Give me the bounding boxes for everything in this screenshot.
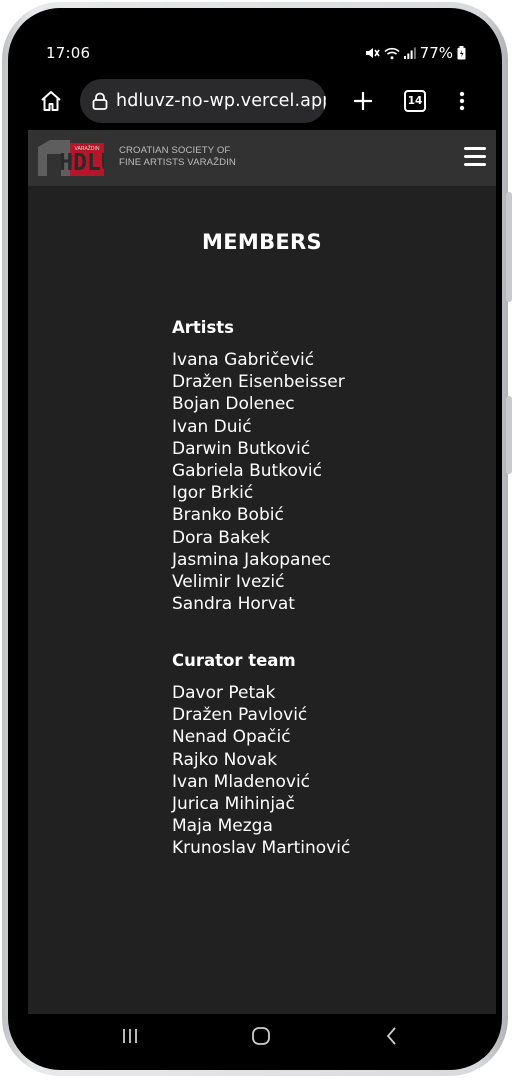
- system-nav-bar: [20, 1014, 490, 1058]
- site-name-line2: FINE ARTISTS VARAŽDIN: [119, 157, 236, 168]
- back-icon: [386, 1027, 396, 1045]
- member-list: Ivana Gabričević Dražen Eisenbeisser Boj…: [172, 349, 345, 615]
- battery-percent: 77%: [419, 44, 453, 62]
- url-text: hdluvz-no-wp.vercel.app/: [116, 91, 326, 111]
- system-home-button[interactable]: [241, 1022, 281, 1050]
- list-item: Rajko Novak: [172, 749, 278, 770]
- power-button: [506, 396, 512, 474]
- site-name-line1: CROATIAN SOCIETY OF: [119, 145, 231, 156]
- mute-icon: [365, 46, 380, 60]
- status-time: 17:06: [46, 44, 91, 62]
- list-item: Maja Mezga: [172, 816, 273, 837]
- logo-subtext: VARAŽDIN: [75, 144, 100, 152]
- page-title: MEMBERS: [202, 230, 322, 254]
- curator-team-section: Curator team Davor Petak Dražen Pavlović…: [172, 651, 350, 860]
- volume-button: [506, 192, 512, 302]
- list-item: Sandra Horvat: [172, 594, 295, 615]
- web-page: HDLU VARAŽDIN CROATIAN SOCIETY OF FINE A…: [28, 130, 496, 1014]
- section-heading: Curator team: [172, 651, 296, 670]
- list-item: Dražen Eisenbeisser: [172, 372, 345, 393]
- list-item: Davor Petak: [172, 683, 276, 703]
- list-item: Dražen Pavlović: [172, 705, 308, 726]
- recent-apps-button[interactable]: [110, 1022, 150, 1050]
- artists-section: Artists Ivana Gabričević Dražen Eisenbei…: [172, 318, 345, 615]
- hamburger-menu-icon[interactable]: [464, 147, 486, 167]
- phone-bezel: 17:06 77% hdluvz-no-wp.vercel.app/ 14 HD…: [8, 8, 502, 1070]
- list-item: Nenad Opačić: [172, 727, 291, 748]
- home-icon: [41, 91, 61, 111]
- url-bar[interactable]: hdluvz-no-wp.vercel.app/: [80, 79, 326, 123]
- more-vert-icon: [459, 91, 465, 111]
- list-item: Dora Bakek: [172, 527, 270, 548]
- list-item: Ivan Mladenović: [172, 771, 311, 792]
- new-tab-button[interactable]: [346, 84, 380, 118]
- lock-icon: [92, 92, 108, 110]
- section-heading: Artists: [172, 318, 234, 337]
- status-icons: 77%: [365, 44, 466, 62]
- wifi-icon: [384, 47, 400, 60]
- back-button[interactable]: [372, 1022, 412, 1050]
- home-button[interactable]: [34, 84, 68, 118]
- list-item: Bojan Dolenec: [172, 394, 295, 415]
- list-item: Ivana Gabričević: [172, 350, 315, 370]
- system-home-icon: [252, 1027, 270, 1045]
- site-logo[interactable]: HDLU VARAŽDIN: [38, 140, 115, 176]
- list-item: Gabriela Butković: [172, 461, 322, 482]
- browser-menu-button[interactable]: [450, 84, 474, 118]
- recent-apps-icon: [123, 1029, 137, 1043]
- list-item: Jasmina Jakopanec: [172, 549, 332, 570]
- site-name: CROATIAN SOCIETY OF FINE ARTISTS VARAŽDI…: [119, 145, 236, 169]
- tab-switcher-button[interactable]: 14: [404, 90, 426, 112]
- signal-icon: [403, 47, 416, 59]
- phone-frame: 17:06 77% hdluvz-no-wp.vercel.app/ 14 HD…: [2, 2, 512, 1076]
- battery-icon: [457, 46, 466, 60]
- browser-toolbar: hdluvz-no-wp.vercel.app/ 14: [20, 76, 490, 126]
- plus-icon: [354, 92, 372, 110]
- list-item: Branko Bobić: [172, 505, 284, 526]
- screen: 17:06 77% hdluvz-no-wp.vercel.app/ 14 HD…: [20, 20, 496, 1058]
- list-item: Darwin Butković: [172, 438, 311, 459]
- list-item: Velimir Ivezić: [172, 572, 285, 593]
- logo-text: HDLU: [59, 150, 104, 176]
- list-item: Igor Brkić: [172, 483, 254, 504]
- list-item: Jurica Mihinjač: [172, 794, 295, 815]
- member-list: Davor Petak Dražen Pavlović Nenad Opačić…: [172, 682, 350, 860]
- list-item: Krunoslav Martinović: [172, 838, 351, 859]
- status-bar: 17:06 77%: [20, 20, 490, 66]
- hdlu-logo-mark: HDLU VARAŽDIN: [38, 140, 115, 176]
- list-item: Ivan Duić: [172, 416, 252, 437]
- site-header: HDLU VARAŽDIN CROATIAN SOCIETY OF FINE A…: [28, 130, 496, 186]
